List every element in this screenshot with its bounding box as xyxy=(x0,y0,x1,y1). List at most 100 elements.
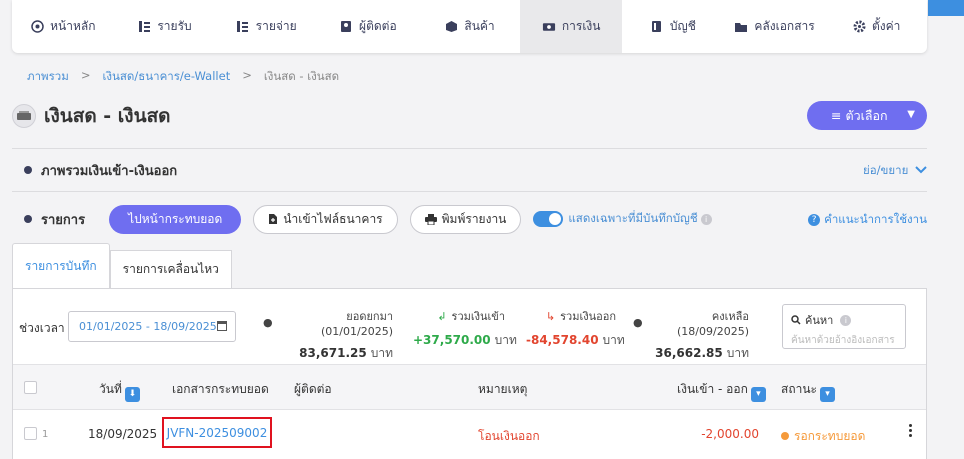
filter-dropdown-icon[interactable]: ▾ xyxy=(819,386,835,402)
accounting-icon xyxy=(650,20,664,34)
sort-down-icon[interactable]: ⬇ xyxy=(124,386,140,402)
info-icon[interactable]: i xyxy=(700,213,712,225)
nav-label: การเงิน xyxy=(561,19,601,33)
row-status-label: รอกระทบยอด xyxy=(794,429,866,443)
tab-movements[interactable]: รายการเคลื่อนไหว xyxy=(109,250,232,288)
search-icon xyxy=(791,315,801,325)
breadcrumb-sep: > xyxy=(242,68,252,82)
nav-item-accounting[interactable]: บัญชี xyxy=(622,0,724,53)
breadcrumb-sep: > xyxy=(80,68,91,82)
income-icon xyxy=(137,20,151,34)
section-bullet xyxy=(24,215,32,223)
nav-label: ผู้ติดต่อ xyxy=(359,19,397,33)
nav-item-contacts[interactable]: ผู้ติดต่อ xyxy=(317,0,419,53)
row-date: 18/09/2025 xyxy=(88,427,158,441)
stat-unit: บาท xyxy=(602,333,625,347)
arrow-in-icon: ↲ xyxy=(437,309,447,323)
stat-unit: บาท xyxy=(370,346,393,360)
filter-dropdown-icon[interactable]: ▾ xyxy=(750,386,766,402)
stat-label: คงเหลือ (18/09/2025) xyxy=(677,310,749,338)
info-icon: i xyxy=(840,314,852,326)
folder-icon xyxy=(734,20,748,34)
header-note: หมายเหตุ xyxy=(478,382,528,396)
search-placeholder: ค้นหาด้วยอ้างอิงเอกสาร xyxy=(791,335,895,346)
product-icon xyxy=(444,20,458,34)
row-doc-link[interactable]: JVFN-202509002 xyxy=(162,417,272,448)
nav-item-product[interactable]: สินค้า xyxy=(419,0,521,53)
reconcile-button[interactable]: ไปหน้ากระทบยอด xyxy=(109,204,242,234)
help-link-label: คำแนะนำการใช้งาน xyxy=(824,212,927,226)
nav-label: ตั้งค่า xyxy=(872,19,901,33)
contacts-icon xyxy=(339,20,353,34)
calendar-icon xyxy=(217,321,227,331)
breadcrumb-current: เงินสด - เงินสด xyxy=(263,69,340,83)
table-row[interactable]: 1 18/09/2025 JVFN-202509002 โอนเงินออก -… xyxy=(13,410,926,458)
row-amount: -2,000.00 xyxy=(701,427,759,441)
import-bank-file-button[interactable]: นำเข้าไฟล์ธนาคาร xyxy=(253,204,398,234)
row-more-icon[interactable] xyxy=(909,424,913,437)
nav-item-settings[interactable]: ตั้งค่า xyxy=(825,0,927,53)
page-title: เงินสด - เงินสด xyxy=(44,105,171,127)
stat-unit: บาท xyxy=(726,346,749,360)
main-navbar: หน้าหลัก รายรับ รายจ่าย ผู้ติดต่อ สินค้า… xyxy=(12,0,927,53)
nav-item-expense[interactable]: รายจ่าย xyxy=(215,0,317,53)
select-all-checkbox[interactable] xyxy=(24,381,37,394)
row-index: 1 xyxy=(42,429,49,440)
stat-label: รวมเงินเข้า xyxy=(451,310,505,323)
nav-label: คลังเอกสาร xyxy=(754,19,815,33)
nav-item-money[interactable]: การเงิน xyxy=(520,0,623,53)
stat-brought-forward: ● ยอดยกมา (01/01/2025) 83,671.25 บาท xyxy=(263,307,393,363)
stat-total-out: ↳ รวมเงินออก -84,578.40 บาท xyxy=(526,307,625,350)
period-label: ช่วงเวลา xyxy=(19,321,65,335)
printer-icon xyxy=(424,213,437,225)
breadcrumb-overview[interactable]: ภาพรวม xyxy=(27,68,69,86)
stat-label: รวมเงินออก xyxy=(560,310,616,323)
nav-item-home[interactable]: หน้าหลัก xyxy=(12,0,114,53)
row-checkbox[interactable] xyxy=(24,427,37,440)
show-recorded-only-toggle[interactable] xyxy=(533,211,564,227)
chevron-down-icon: ▼ xyxy=(907,109,915,120)
top-accent-bar xyxy=(928,0,964,16)
chevron-down-icon xyxy=(915,166,927,174)
options-button-label: ≡ ตัวเลือก xyxy=(831,107,888,123)
coins-icon: ● xyxy=(263,316,273,329)
divider xyxy=(12,148,927,149)
nav-label: รายจ่าย xyxy=(255,19,297,33)
list-toolbar: รายการ ไปหน้ากระทบยอด นำเข้าไฟล์ธนาคาร พ… xyxy=(24,204,927,234)
tab-records[interactable]: รายการบันทึก xyxy=(12,243,110,289)
header-status: สถานะ ▾ xyxy=(781,380,835,402)
row-status: รอกระทบยอด xyxy=(781,427,865,446)
help-link[interactable]: ? คำแนะนำการใช้งาน xyxy=(808,211,927,229)
collapse-toggle-label: ย่อ/ขยาย xyxy=(863,163,909,177)
tab-label: รายการเคลื่อนไหว xyxy=(122,262,219,276)
options-button[interactable]: ≡ ตัวเลือก ▼ xyxy=(807,101,927,130)
table-header: วันที่ ⬇ เอกสารกระทบยอด ผู้ติดต่อ หมายเหต… xyxy=(13,364,926,410)
print-report-button[interactable]: พิมพ์รายงาน xyxy=(409,204,522,234)
row-note: โอนเงินออก xyxy=(478,429,540,443)
cash-account-icon xyxy=(12,104,36,128)
stat-value: +37,570.00 xyxy=(413,333,491,347)
toggle-label: แสดงเฉพาะที่มีบันทึกบัญชี xyxy=(568,211,698,225)
header-amount-label: เงินเข้า - ออก xyxy=(677,382,748,396)
collapse-toggle[interactable]: ย่อ/ขยาย xyxy=(863,162,927,180)
toggle-knob xyxy=(549,213,562,225)
stat-total-in: ↲ รวมเงินเข้า +37,570.00 บาท xyxy=(413,307,517,350)
search-label: ค้นหา xyxy=(805,314,834,327)
records-panel: ช่วงเวลา 01/01/2025 - 18/09/2025 ● ยอดยกม… xyxy=(12,288,927,459)
home-icon xyxy=(30,20,44,34)
date-range-value: 01/01/2025 - 18/09/2025 xyxy=(79,320,217,333)
tab-label: รายการบันทึก xyxy=(25,259,97,273)
search-input[interactable]: ค้นหา i ค้นหาด้วยอ้างอิงเอกสาร xyxy=(782,304,906,349)
print-button-label: พิมพ์รายงาน xyxy=(441,211,507,226)
header-contact: ผู้ติดต่อ xyxy=(294,382,332,396)
import-file-icon xyxy=(269,214,278,224)
breadcrumb-cash-bank[interactable]: เงินสด/ธนาคาร/e-Wallet xyxy=(102,68,230,86)
money-icon xyxy=(542,20,556,34)
date-range-picker[interactable]: 01/01/2025 - 18/09/2025 xyxy=(68,311,236,342)
expense-icon xyxy=(236,20,250,34)
coins-icon: ● xyxy=(633,316,643,329)
nav-item-income[interactable]: รายรับ xyxy=(114,0,216,53)
header-amount: เงินเข้า - ออก ▾ xyxy=(677,380,766,402)
nav-item-documents[interactable]: คลังเอกสาร xyxy=(724,0,826,53)
overview-section: ภาพรวมเงินเข้า-เงินออก ย่อ/ขยาย xyxy=(24,160,927,180)
